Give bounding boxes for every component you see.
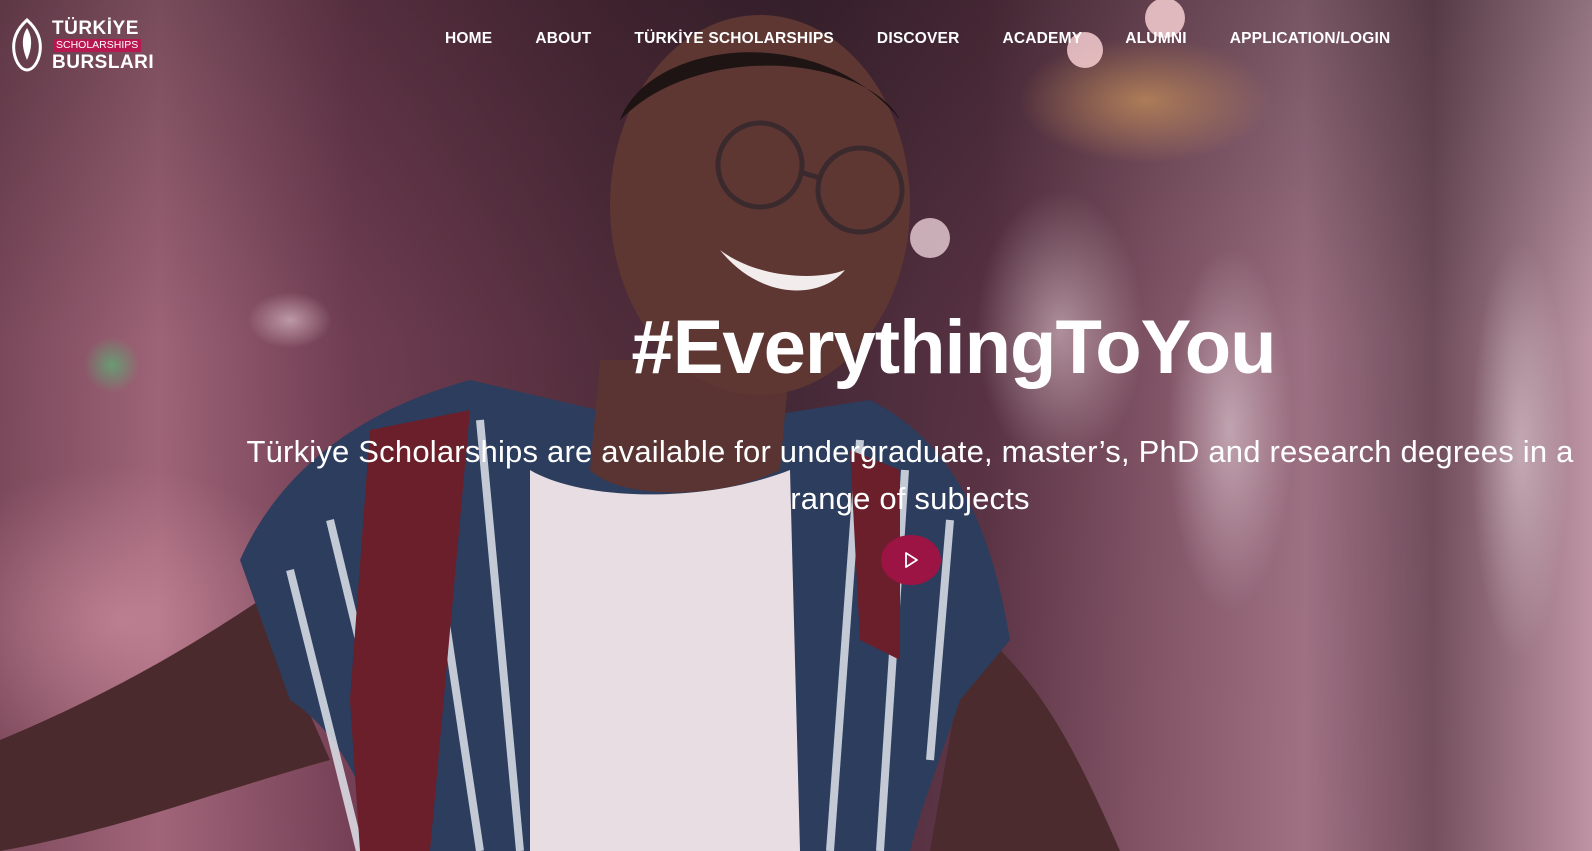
hero-headline: #EverythingToYou [631,305,1276,390]
nav-item-academy[interactable]: ACADEMY [1002,30,1082,48]
top-navigation-bar: TÜRKİYE SCHOLARSHIPS BURSLARI HOME ABOUT… [0,0,1592,82]
nav-item-turkiye-scholarships[interactable]: TÜRKİYE SCHOLARSHIPS [634,30,834,48]
play-video-button[interactable] [881,535,941,585]
hero-subtitle: Türkiye Scholarships are available for u… [246,434,1574,516]
nav-item-application-login[interactable]: APPLICATION/LOGIN [1230,30,1391,48]
nav-item-discover[interactable]: DISCOVER [877,30,960,48]
play-icon [905,552,918,568]
tulip-logo-icon [12,17,42,72]
hero-section: TÜRKİYE SCHOLARSHIPS BURSLARI HOME ABOUT… [0,0,1592,851]
nav-item-about[interactable]: ABOUT [535,30,591,48]
nav-item-home[interactable]: HOME [445,30,492,48]
logo-text-burslari: BURSLARI [52,52,155,73]
nav-item-alumni[interactable]: ALUMNI [1125,30,1186,48]
logo-text-scholarships: SCHOLARSHIPS [53,39,142,52]
hero-background-photo [0,0,1185,851]
main-nav: HOME ABOUT TÜRKİYE SCHOLARSHIPS DISCOVER… [445,30,1433,48]
logo-text-turkiye: TÜRKİYE [52,18,139,39]
site-logo[interactable]: TÜRKİYE SCHOLARSHIPS BURSLARI [8,14,154,74]
